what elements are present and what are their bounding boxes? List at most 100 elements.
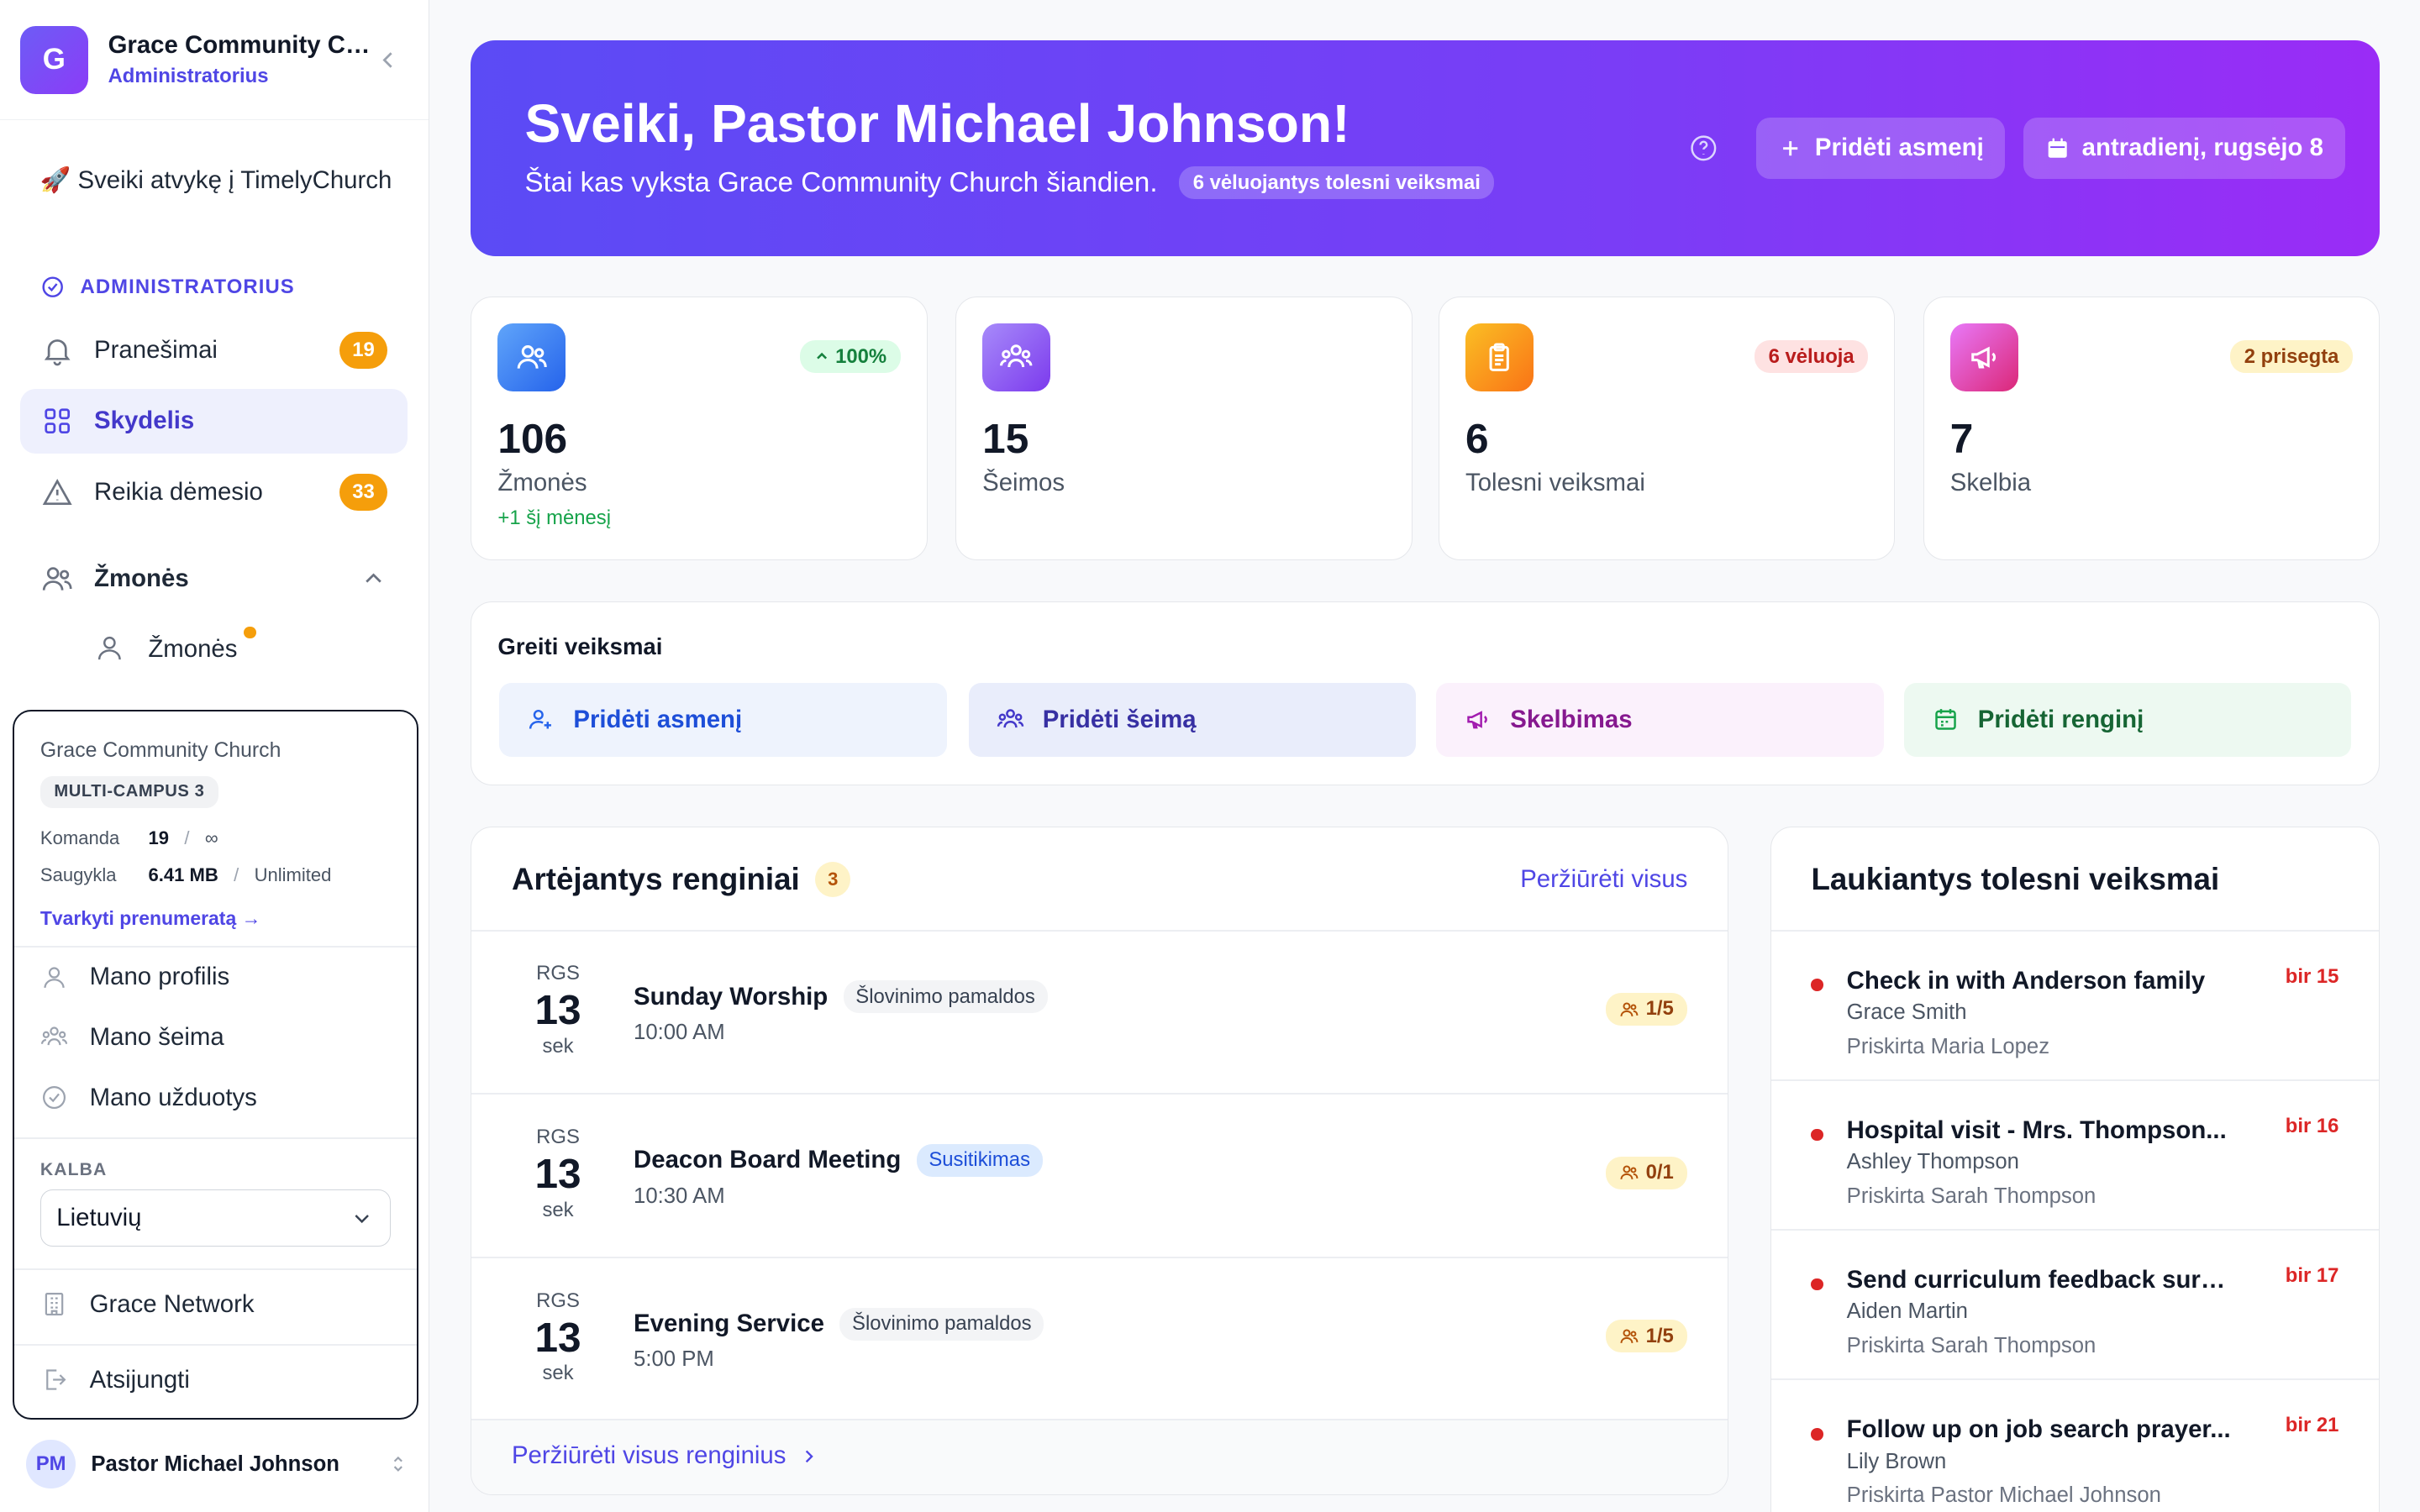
notification-count-badge: 19 <box>339 331 387 369</box>
warning-icon <box>40 475 74 509</box>
quick-add-event-button[interactable]: Pridėti renginį <box>1903 682 2352 757</box>
chevron-up-icon[interactable] <box>360 564 387 592</box>
quick-action-label: Pridėti asmenį <box>573 705 743 733</box>
users-icon <box>1619 1000 1639 1020</box>
events-title-text: Artėjantys renginiai <box>511 861 800 896</box>
user-icon <box>94 633 128 666</box>
menu-item-my-profile[interactable]: Mano profilis <box>40 963 229 991</box>
stat-trend: +1 šį mėnesį <box>497 507 612 530</box>
user-menu-popover: Grace Community Church MULTI-CAMPUS 3 Ko… <box>12 709 418 1420</box>
overdue-badge: 6 vėluoja <box>1754 340 1869 374</box>
user-icon <box>40 963 68 991</box>
org-switcher[interactable]: Grace Community Church Administratorius <box>108 31 375 88</box>
chevron-left-icon[interactable] <box>374 46 408 74</box>
view-all-events-link[interactable]: Peržiūrėti visus <box>1520 865 1687 894</box>
event-time: 10:00 AM <box>634 1021 725 1045</box>
menu-item-label: Mano šeima <box>89 1022 224 1051</box>
chevron-right-icon <box>798 1446 820 1467</box>
followup-item[interactable]: Hospital visit - Mrs. Thompson... Ashley… <box>1771 1081 2379 1231</box>
followup-person: Lily Brown <box>1846 1449 1947 1473</box>
users-icon <box>497 323 566 391</box>
date-button[interactable]: antradienį, rugsėjo 8 <box>2023 117 2345 180</box>
followup-person: Ashley Thompson <box>1846 1150 2019 1174</box>
stat-value: 6 <box>1465 415 1489 463</box>
menu-item-label: Mano užduotys <box>89 1083 257 1111</box>
user-menu-trigger[interactable]: PM Pastor Michael Johnson <box>20 1431 415 1496</box>
menu-item-label: Mano profilis <box>89 963 230 991</box>
plan-badge: MULTI-CAMPUS 3 <box>39 776 218 808</box>
sidebar-item-notifications[interactable]: Pranešimai 19 <box>20 318 408 382</box>
sidebar-subitem-people[interactable]: Žmonės <box>74 617 408 682</box>
overdue-dot <box>1811 979 1824 992</box>
banner-subtitle-text: Štai kas vyksta Grace Community Church š… <box>524 166 1158 198</box>
megaphone-icon <box>1949 323 2018 391</box>
current-date: antradienį, rugsėjo 8 <box>2081 134 2323 162</box>
stat-label: Žmonės <box>497 468 587 496</box>
followup-due-date: bir 16 <box>2285 1115 2339 1138</box>
followups-title: Laukiantys tolesni veiksmai <box>1811 861 2220 896</box>
event-month: RGS <box>536 1125 580 1148</box>
event-day: 13 <box>534 1149 581 1197</box>
overdue-dot <box>1811 1427 1824 1441</box>
event-time: 5:00 PM <box>634 1347 714 1372</box>
followup-title: Hospital visit - Mrs. Thompson... <box>1846 1116 2227 1144</box>
followup-title: Send curriculum feedback survey <box>1846 1266 2233 1294</box>
event-row[interactable]: RGS 13 sek Deacon Board Meeting Susitiki… <box>471 1095 1728 1257</box>
event-row[interactable]: RGS 13 sek Evening Service Šlovinimo pam… <box>471 1258 1728 1420</box>
view-all-events-footer-link[interactable]: Peržiūrėti visus renginius <box>512 1441 820 1470</box>
stat-label: Skelbia <box>1949 468 2032 496</box>
check-circle-icon <box>40 275 65 299</box>
event-title: Sunday Worship Šlovinimo pamaldos <box>634 980 1048 1014</box>
followup-item[interactable]: Follow up on job search prayer... Lily B… <box>1771 1380 2379 1512</box>
events-count-badge: 3 <box>815 861 851 898</box>
sidebar-item-needs-attention[interactable]: Reikia dėmesio 33 <box>20 459 408 524</box>
stat-card-families[interactable]: 15 Šeimos <box>955 296 1413 560</box>
language-value: Lietuvių <box>56 1204 142 1232</box>
user-plus-icon <box>527 706 555 733</box>
sidebar-item-dashboard[interactable]: Skydelis <box>19 388 408 454</box>
clipboard-icon <box>1465 323 1534 391</box>
event-capacity-badge: 1/5 <box>1605 992 1688 1026</box>
chevron-down-icon <box>350 1206 374 1231</box>
stat-card-people[interactable]: 100% 106 Žmonės +1 šį mėnesį <box>471 296 928 560</box>
divider <box>13 1268 417 1270</box>
language-select[interactable]: Lietuvių <box>39 1189 391 1247</box>
menu-item-network[interactable]: Grace Network <box>40 1290 255 1319</box>
event-row[interactable]: RGS 13 sek Sunday Worship Šlovinimo pama… <box>471 932 1728 1094</box>
menu-item-my-tasks[interactable]: Mano užduotys <box>40 1084 257 1112</box>
help-icon[interactable] <box>1688 133 1719 164</box>
section-label-text: ADMINISTRATORIUS <box>80 275 295 298</box>
event-day: 13 <box>534 1313 581 1361</box>
event-date: RGS 13 sek <box>512 962 604 1058</box>
family-icon <box>40 1023 68 1051</box>
separator: / <box>184 827 190 848</box>
stat-value: 106 <box>497 415 568 463</box>
users-icon <box>1619 1326 1639 1347</box>
org-role: Administratorius <box>108 64 269 87</box>
sidebar-item-people[interactable]: Žmonės <box>20 546 408 611</box>
event-title: Evening Service Šlovinimo pamaldos <box>634 1307 1044 1341</box>
org-logo[interactable]: G <box>19 25 88 94</box>
separator: / <box>234 864 239 885</box>
followup-item[interactable]: Check in with Anderson family Grace Smit… <box>1771 932 2379 1081</box>
quick-actions-panel: Greiti veiksmai Pridėti asmenį Pridėti š… <box>471 601 2381 785</box>
org-name: Grace Community Church <box>108 31 375 60</box>
stat-card-followups[interactable]: 6 vėluoja 6 Tolesni veiksmai <box>1438 296 1896 560</box>
stat-card-announcements[interactable]: 2 prisegta 7 Skelbia <box>1923 296 2381 560</box>
overdue-followups-pill[interactable]: 6 vėluojantys tolesni veiksmai <box>1179 166 1495 200</box>
event-capacity: 1/5 <box>1645 1324 1674 1347</box>
add-person-button[interactable]: Pridėti asmenį <box>1756 117 2006 180</box>
chevron-updown-icon <box>387 1453 409 1475</box>
followup-item[interactable]: Send curriculum feedback survey Aiden Ma… <box>1771 1231 2379 1380</box>
section-label: ADMINISTRATORIUS <box>40 275 295 299</box>
attention-count-badge: 33 <box>339 473 387 511</box>
quick-announcement-button[interactable]: Skelbimas <box>1436 682 1884 757</box>
bell-icon <box>40 333 74 367</box>
manage-subscription-link[interactable]: Tvarkyti prenumeratą → <box>40 907 261 930</box>
menu-item-logout[interactable]: Atsijungti <box>40 1366 190 1394</box>
quick-add-person-button[interactable]: Pridėti asmenį <box>499 682 947 757</box>
quick-add-family-button[interactable]: Pridėti šeimą <box>968 682 1417 757</box>
event-type-tag: Šlovinimo pamaldos <box>839 1307 1044 1341</box>
growth-badge: 100% <box>799 340 901 374</box>
menu-item-my-family[interactable]: Mano šeima <box>40 1023 224 1052</box>
